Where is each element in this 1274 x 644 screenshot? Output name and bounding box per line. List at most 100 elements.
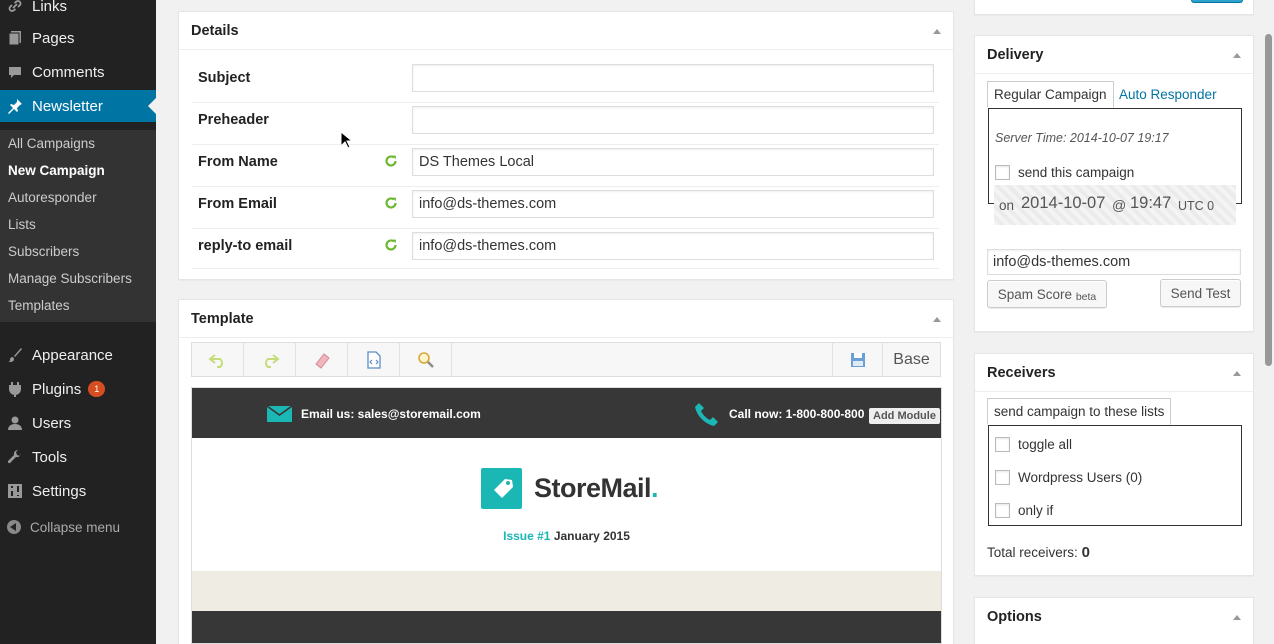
comments-icon <box>7 64 23 80</box>
brand-name-text: StoreMail <box>534 473 652 503</box>
send-campaign-checkbox[interactable] <box>995 165 1010 180</box>
publish-panel <box>974 0 1254 15</box>
pushpin-icon <box>7 98 23 114</box>
delivery-panel: Delivery Regular Campaign Auto Responder… <box>974 35 1254 332</box>
divider <box>192 268 939 269</box>
tab-regular-campaign[interactable]: Regular Campaign <box>987 81 1114 108</box>
toggle-all-label: toggle all <box>1018 437 1073 452</box>
menu-label: Newsletter <box>32 97 103 115</box>
menu-label: Pages <box>32 29 75 47</box>
preview-button[interactable] <box>400 343 452 376</box>
details-panel: Details Subject Preheader From Name From… <box>178 11 954 280</box>
menu-item-newsletter[interactable]: Newsletter <box>0 90 156 122</box>
base-template-button[interactable]: Base <box>882 343 940 376</box>
menu-label: Links <box>32 0 68 15</box>
menu-label: Appearance <box>32 346 113 364</box>
preheader-input[interactable] <box>412 106 934 134</box>
on-label: on <box>999 198 1015 213</box>
tab-send-to-lists[interactable]: send campaign to these lists <box>987 398 1172 425</box>
receivers-title: Receivers <box>987 365 1056 381</box>
menu-item-plugins[interactable]: Plugins 1 <box>0 373 156 405</box>
total-receivers-value: 0 <box>1081 544 1090 561</box>
refresh-icon[interactable] <box>384 154 398 168</box>
menu-item-appearance[interactable]: Appearance <box>0 339 156 371</box>
divider <box>192 186 939 187</box>
collapse-toggle-icon[interactable] <box>933 317 941 322</box>
collapse-toggle-icon[interactable] <box>1233 53 1241 58</box>
submenu-manage-subscribers[interactable]: Manage Subscribers <box>8 271 132 286</box>
subject-input[interactable] <box>412 64 934 92</box>
submenu-new-campaign[interactable]: New Campaign <box>8 163 105 178</box>
wrench-icon <box>7 449 23 465</box>
schedule-date-input[interactable]: 2014-10-07 <box>1021 194 1105 213</box>
beta-label: beta <box>1075 290 1097 303</box>
menu-item-tools[interactable]: Tools <box>0 441 156 473</box>
save-template-button[interactable] <box>832 343 882 376</box>
pages-icon <box>7 30 23 46</box>
update-count-badge: 1 <box>88 381 106 397</box>
only-if-checkbox[interactable] <box>995 503 1010 518</box>
brand-dot: . <box>651 473 659 503</box>
schedule-time-input[interactable]: 19:47 <box>1130 194 1171 213</box>
collapse-toggle-icon[interactable] <box>1233 371 1241 376</box>
template-toolbar: Base <box>191 342 941 377</box>
plugin-icon <box>7 381 23 397</box>
timezone-label: UTC 0 <box>1178 199 1215 213</box>
reply-to-label: reply-to email <box>198 238 293 254</box>
menu-item-pages[interactable]: Pages <box>0 22 156 54</box>
paintbrush-icon <box>7 347 23 363</box>
divider <box>975 73 1253 74</box>
from-name-input[interactable] <box>412 148 934 176</box>
test-email-input[interactable] <box>987 249 1241 275</box>
wordpress-users-checkbox[interactable] <box>995 470 1010 485</box>
divider <box>179 337 953 338</box>
menu-item-comments[interactable]: Comments <box>0 56 156 88</box>
collapse-menu-button[interactable]: Collapse menu <box>0 516 156 538</box>
reply-to-input[interactable] <box>412 232 934 260</box>
toggle-all-checkbox[interactable] <box>995 437 1010 452</box>
undo-button[interactable] <box>192 343 244 376</box>
menu-item-settings[interactable]: Settings <box>0 475 156 507</box>
collapse-toggle-icon[interactable] <box>1233 615 1241 620</box>
from-email-input[interactable] <box>412 190 934 218</box>
send-test-button[interactable]: Send Test <box>1160 279 1241 307</box>
menu-label: Comments <box>32 63 105 81</box>
email-preview: Email us: sales@storemail.com Call now: … <box>191 387 942 644</box>
magnifier-icon <box>417 351 434 368</box>
subject-label: Subject <box>198 70 251 86</box>
call-now-text: Call now: 1-800-800-800 <box>729 407 865 421</box>
tab-auto-responder[interactable]: Auto Responder <box>1113 82 1223 107</box>
total-receivers-label: Total receivers: <box>987 545 1078 560</box>
from-email-label: From Email <box>198 196 277 212</box>
spam-score-label: Spam Score <box>997 286 1073 302</box>
refresh-icon[interactable] <box>384 196 398 210</box>
only-if-label: only if <box>1018 503 1054 518</box>
submenu-subscribers[interactable]: Subscribers <box>8 244 79 259</box>
lists-panel: toggle all Wordpress Users (0) only if <box>988 425 1242 526</box>
add-module-button[interactable]: Add Module <box>869 408 940 424</box>
price-tag-icon <box>481 468 522 509</box>
page-scrollbar[interactable] <box>1265 34 1272 366</box>
submenu-lists[interactable]: Lists <box>8 217 36 232</box>
refresh-icon[interactable] <box>384 238 398 252</box>
menu-item-links[interactable]: Links <box>0 0 156 22</box>
users-icon <box>7 415 23 431</box>
collapse-toggle-icon[interactable] <box>933 29 941 34</box>
redo-button[interactable] <box>244 343 296 376</box>
options-panel: Options <box>974 597 1254 644</box>
eraser-button[interactable] <box>296 343 348 376</box>
divider <box>975 391 1253 392</box>
publish-button[interactable] <box>1191 0 1243 3</box>
send-campaign-label: send this campaign <box>1018 165 1135 180</box>
submenu-templates[interactable]: Templates <box>8 298 70 313</box>
mouse-cursor-icon <box>340 131 352 149</box>
spam-score-button[interactable]: Spam Score beta <box>987 280 1107 308</box>
eraser-icon <box>314 352 330 369</box>
email-band <box>192 571 941 611</box>
divider <box>192 144 939 145</box>
submenu-autoresponder[interactable]: Autoresponder <box>8 190 97 205</box>
submenu-all-campaigns[interactable]: All Campaigns <box>8 136 95 151</box>
preheader-label: Preheader <box>198 112 269 128</box>
code-button[interactable] <box>348 343 400 376</box>
menu-item-users[interactable]: Users <box>0 407 156 439</box>
